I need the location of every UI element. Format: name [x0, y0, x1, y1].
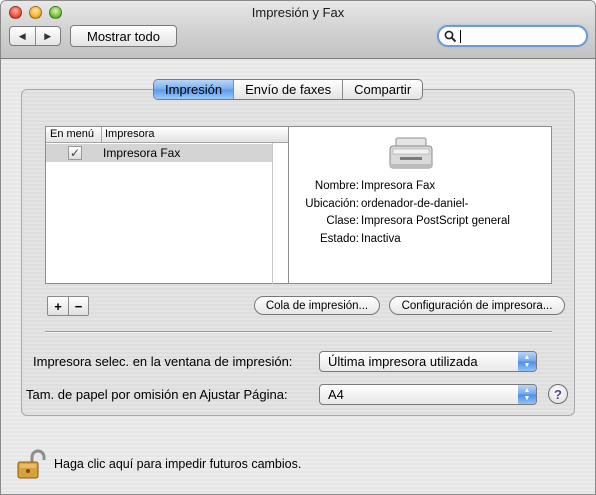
selected-printer-value: Última impresora utilizada	[328, 354, 478, 369]
info-value: Impresora Fax	[361, 180, 436, 192]
info-label: Clase:	[326, 215, 359, 227]
printer-list[interactable]: En menú Impresora ✓ Impresora Fax	[45, 126, 289, 284]
popup-arrows-icon: ▲ ▼	[518, 352, 536, 371]
lock-icon[interactable]	[16, 448, 46, 480]
in-menu-checkbox[interactable]: ✓	[68, 146, 82, 160]
column-divider	[101, 127, 102, 142]
divider	[45, 331, 552, 332]
paper-size-value: A4	[328, 387, 344, 402]
printer-row[interactable]: ✓ Impresora Fax	[46, 144, 272, 162]
help-button[interactable]: ?	[548, 384, 568, 404]
back-arrow-icon[interactable]: ◀	[10, 27, 35, 45]
lock-message[interactable]: Haga clic aquí para impedir futuros camb…	[54, 457, 301, 471]
printer-setup-button[interactable]: Configuración de impresora...	[389, 296, 565, 315]
remove-printer-button[interactable]: −	[68, 297, 88, 315]
preferences-window: Impresión y Fax ◀ ▶ Mostrar todo Impresi…	[0, 0, 596, 495]
info-label: Nombre:	[314, 180, 359, 192]
info-value: ordenador-de-daniel-	[361, 197, 469, 210]
search-icon	[444, 30, 457, 42]
info-value: Inactiva	[361, 232, 401, 245]
paper-size-label: Tam. de papel por omisión en Ajustar Pág…	[26, 387, 288, 402]
back-forward-control: ◀ ▶	[9, 26, 61, 46]
window-title: Impresión y Fax	[251, 5, 345, 20]
tab-envio-de-faxes[interactable]: Envío de faxes	[233, 80, 342, 99]
add-remove-control: + −	[47, 296, 89, 316]
printer-info-panel: Nombre: Impresora Fax Ubicación: ordenad…	[288, 126, 552, 284]
show-all-button[interactable]: Mostrar todo	[70, 25, 177, 47]
info-label: Estado:	[320, 232, 359, 245]
info-row-clase: Clase: Impresora PostScript general	[289, 215, 551, 233]
printer-icon	[389, 137, 433, 169]
title-bar: Impresión y Fax ◀ ▶ Mostrar todo	[1, 1, 595, 59]
search-field[interactable]	[437, 25, 588, 47]
info-row-ubicacion: Ubicación: ordenador-de-daniel-	[289, 198, 551, 216]
printer-row-name: Impresora Fax	[103, 146, 181, 160]
paper-size-popup[interactable]: A4 ▲ ▼	[319, 384, 537, 405]
text-cursor	[460, 29, 461, 43]
info-row-nombre: Nombre: Impresora Fax	[289, 180, 551, 198]
info-row-estado: Estado: Inactiva	[289, 233, 551, 251]
selected-printer-popup[interactable]: Última impresora utilizada ▲ ▼	[319, 351, 537, 372]
forward-arrow-icon[interactable]: ▶	[34, 27, 61, 45]
tab-compartir[interactable]: Compartir	[342, 80, 422, 99]
list-divider	[272, 143, 273, 284]
selected-printer-label: Impresora selec. en la ventana de impres…	[33, 354, 293, 369]
column-header-en-menu[interactable]: En menú	[50, 128, 94, 140]
info-value: Impresora PostScript general	[361, 215, 510, 227]
print-queue-button[interactable]: Cola de impresión...	[254, 296, 380, 315]
printer-info-list: Nombre: Impresora Fax Ubicación: ordenad…	[289, 180, 551, 250]
popup-arrows-icon: ▲ ▼	[518, 385, 536, 404]
column-header-impresora[interactable]: Impresora	[105, 128, 155, 140]
printer-list-header: En menú Impresora	[46, 127, 288, 143]
tab-impresion[interactable]: Impresión	[154, 80, 234, 99]
tab-bar: Impresión Envío de faxes Compartir	[153, 79, 424, 100]
add-printer-button[interactable]: +	[48, 297, 68, 315]
info-label: Ubicación:	[305, 197, 359, 210]
